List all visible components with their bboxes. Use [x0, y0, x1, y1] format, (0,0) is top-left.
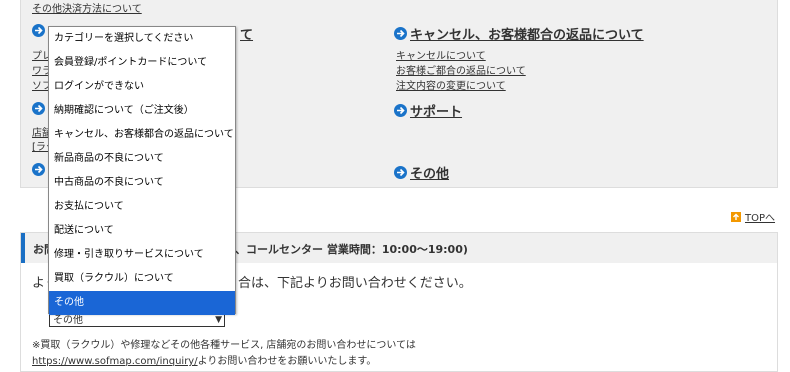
- cancel-section-header[interactable]: キャンセル、お客様都合の返品について: [394, 24, 644, 43]
- dropdown-option[interactable]: カテゴリーを選択してください: [49, 27, 235, 51]
- support-section-header[interactable]: サポート: [394, 101, 462, 120]
- dropdown-option[interactable]: その他: [49, 291, 235, 315]
- arrow-right-icon: [32, 24, 45, 37]
- back-to-top-label[interactable]: TOPへ: [745, 209, 775, 224]
- left-section-title-fragment[interactable]: て: [240, 24, 253, 43]
- call-center-hours: 、コールセンター 営業時間：10:00～19:00): [235, 243, 468, 256]
- order-change-link[interactable]: 注文内容の変更について: [396, 77, 506, 92]
- other-payment-link[interactable]: その他決済方法について: [32, 0, 142, 15]
- arrow-right-icon: [394, 104, 407, 117]
- arrow-up-icon: [731, 211, 741, 222]
- category-select-value: その他: [53, 315, 83, 326]
- category-dropdown-list[interactable]: カテゴリーを選択してください 会員登録/ポイントカードについて ログインができない納…: [48, 26, 236, 315]
- dropdown-option[interactable]: 買取（ラクウル）について: [49, 267, 235, 291]
- dropdown-option[interactable]: 新品商品の不良について: [49, 147, 235, 171]
- dropdown-option[interactable]: 会員登録/ポイントカードについて: [49, 51, 235, 75]
- dropdown-option[interactable]: 配送について: [49, 219, 235, 243]
- dropdown-option[interactable]: お支払について: [49, 195, 235, 219]
- arrow-right-icon: [32, 163, 45, 176]
- chevron-down-icon: ▼: [215, 315, 222, 325]
- support-section-title[interactable]: サポート: [410, 101, 462, 120]
- arrow-right-icon: [394, 166, 407, 179]
- arrow-right-icon: [32, 102, 45, 115]
- dropdown-option[interactable]: ログインができない: [49, 75, 235, 99]
- call-body-text: 合は、下記よりお問い合わせください。: [238, 276, 472, 291]
- other-section-title[interactable]: その他: [410, 163, 449, 182]
- left-section-3-header[interactable]: [32, 163, 45, 176]
- dropdown-option[interactable]: 納期確認について（ご注文後）: [49, 99, 235, 123]
- category-select[interactable]: その他 ▼: [49, 314, 225, 327]
- return-link[interactable]: お客様ご都合の返品について: [396, 62, 526, 77]
- dropdown-option[interactable]: キャンセル、お客様都合の返品について: [49, 123, 235, 147]
- other-section-header[interactable]: その他: [394, 163, 449, 182]
- inquiry-note-link-line: https://www.sofmap.com/inquiry/よりお問い合わせを…: [32, 352, 376, 367]
- inquiry-url-link[interactable]: https://www.sofmap.com/inquiry/: [32, 356, 198, 367]
- back-to-top-link[interactable]: TOPへ: [731, 209, 775, 224]
- left-section-header[interactable]: [32, 24, 45, 37]
- dropdown-option[interactable]: 中古商品の不良について: [49, 171, 235, 195]
- cancel-link[interactable]: キャンセルについて: [396, 47, 486, 62]
- dropdown-option[interactable]: 修理・引き取りサービスについて: [49, 243, 235, 267]
- inquiry-note-tail: よりお問い合わせをお願いいたします。: [197, 356, 377, 367]
- cancel-section-title[interactable]: キャンセル、お客様都合の返品について: [410, 24, 644, 43]
- inquiry-note: ※買取（ラクウル）や修理などその他各種サービス, 店舗宛のお問い合わせについては: [32, 340, 416, 351]
- arrow-right-icon: [394, 27, 407, 40]
- left-section-2-header[interactable]: [32, 102, 45, 115]
